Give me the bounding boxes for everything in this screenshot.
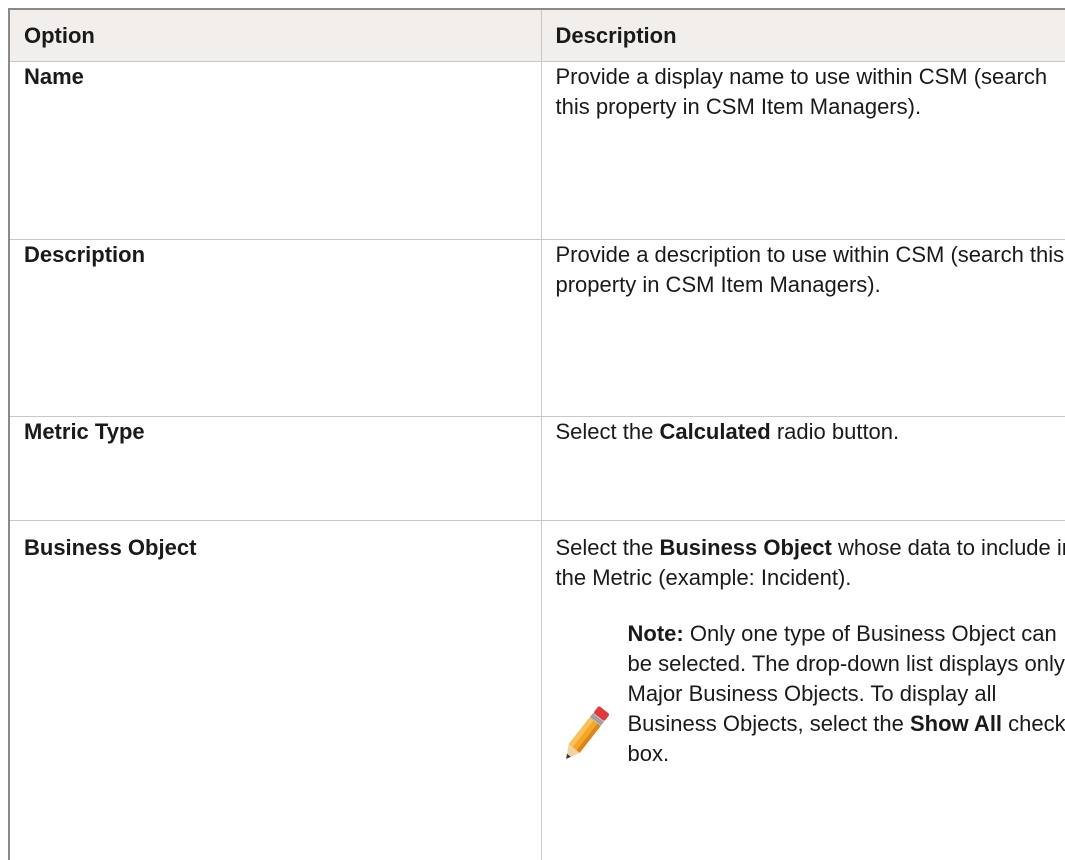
description-bold-text: Calculated [659, 419, 770, 444]
description-text: Select the [556, 419, 660, 444]
option-name: Description [9, 239, 541, 416]
note-label: Note: [628, 621, 684, 646]
description-bold-text: Business Object [659, 535, 831, 560]
table-row: Description Provide a description to use… [9, 239, 1065, 416]
description-column-header: Description [541, 9, 1065, 61]
option-name: Name [9, 61, 541, 239]
option-description: Select the Calculated radio button. [541, 416, 1065, 520]
description-text: Select the [556, 535, 660, 560]
description-paragraph: Select the Business Object whose data to… [556, 533, 1065, 593]
option-description: Provide a description to use within CSM … [541, 239, 1065, 416]
table-row: Metric Type Select the Calculated radio … [9, 416, 1065, 520]
table-header-row: Option Description [9, 9, 1065, 61]
note-block: Note: Only one type of Business Object c… [556, 619, 1065, 779]
option-name: Metric Type [9, 416, 541, 520]
description-text: radio button. [771, 419, 899, 444]
table-row: Business Object Select the Business Obje… [9, 520, 1065, 860]
table-row: Name Provide a display name to use withi… [9, 61, 1065, 239]
options-table: Option Description Name Provide a displa… [8, 8, 1065, 860]
option-description: Select the Business Object whose data to… [541, 520, 1065, 860]
option-name: Business Object [9, 520, 541, 860]
note-text: Note: Only one type of Business Object c… [628, 619, 1065, 769]
note-bold-text: Show All [910, 711, 1002, 736]
option-description: Provide a display name to use within CSM… [541, 61, 1065, 239]
option-column-header: Option [9, 9, 541, 61]
pencil-icon [558, 701, 628, 779]
